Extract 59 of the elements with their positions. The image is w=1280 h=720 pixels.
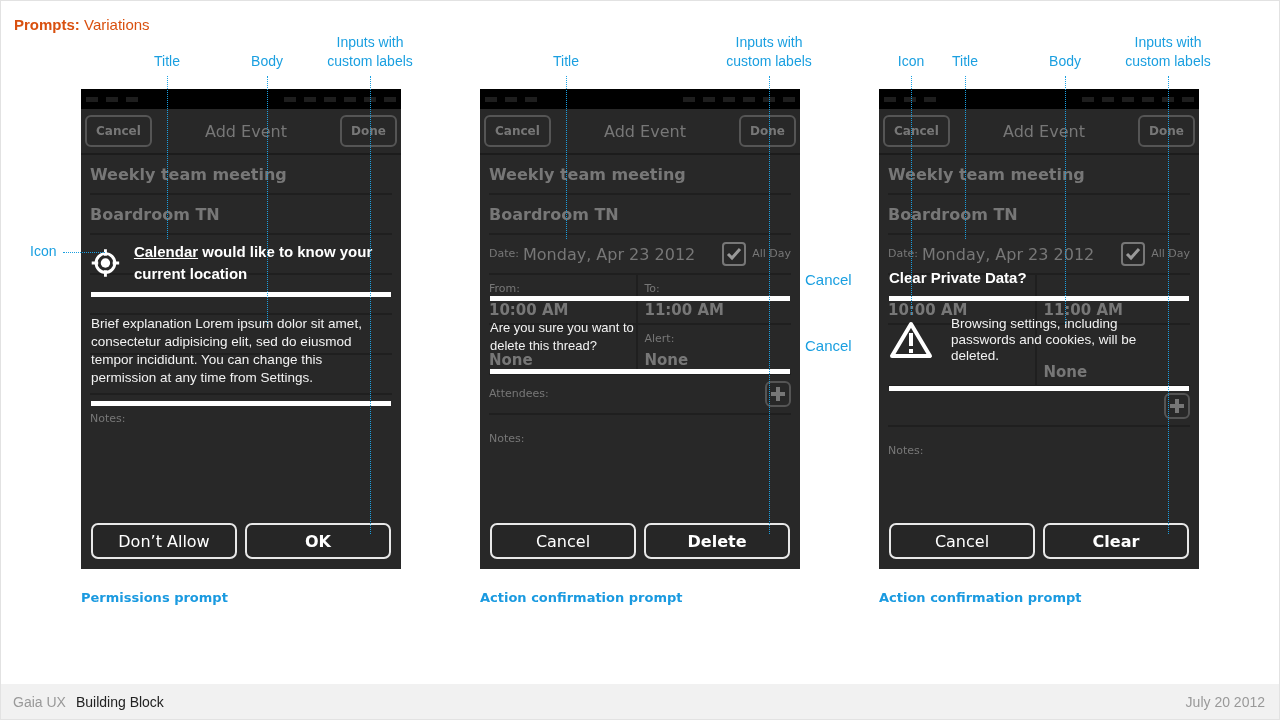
field-label: Date: [489, 248, 519, 260]
field-value: Boardroom TN [90, 204, 220, 224]
field-label: Attendees: [489, 388, 549, 400]
field-label: Alert: [644, 333, 676, 345]
panel-caption: Action confirmation prompt [480, 590, 684, 605]
field-value: Weekly team meeting [90, 164, 287, 184]
field-value: None [644, 351, 690, 370]
field-value: None [1043, 363, 1089, 382]
prompt-button[interactable]: Clear [1043, 523, 1189, 559]
date-value: Monday, Apr 23 2012 [523, 244, 697, 264]
app-link[interactable]: Calendar [133, 243, 199, 260]
annotation-label: Body [1049, 52, 1081, 71]
field-label: Date: [888, 248, 918, 260]
panel-caption: Permissions prompt [81, 590, 229, 605]
prompt-message: Browsing settings, including passwords and cookies, will be deleted. [951, 316, 1138, 364]
field-value: Boardroom TN [489, 204, 619, 224]
annotation-label: Body [251, 52, 283, 71]
prompt-title: Calendar would like to know your current location [133, 242, 374, 284]
field-label: To: [644, 283, 661, 295]
field-value: 10:00 AM [888, 301, 969, 319]
screen-title: Add Event [604, 121, 686, 141]
prompt-title: Clear Private Data? [889, 268, 1027, 288]
page-title: Prompts: Variations [14, 16, 150, 33]
checkbox-label: All Day [752, 248, 791, 260]
annotation-label: Inputs with custom labels [725, 33, 813, 71]
field-value: 11:00 AM [1043, 301, 1124, 319]
checkbox-label: All Day [1151, 248, 1190, 260]
screen-title: Add Event [205, 121, 287, 141]
annotation-label: Title [952, 52, 978, 71]
annotation-label: Title [553, 52, 579, 71]
annotation-label: Icon [897, 52, 925, 71]
date-label: July 20 2012 [1185, 693, 1265, 710]
prompt-button[interactable]: OK [245, 523, 391, 559]
field-value: Weekly team meeting [489, 164, 686, 184]
field-label: From: [489, 283, 521, 295]
annotation-label: Icon [30, 243, 57, 259]
annotation-label: Cancel [805, 337, 852, 354]
prompt-button[interactable]: Cancel [490, 523, 636, 559]
field-label: Notes: [489, 432, 525, 445]
field-value: 11:00 AM [644, 301, 725, 320]
field-value: None [489, 351, 534, 370]
field-value: 10:00 AM [489, 301, 570, 320]
field-label: Notes: [90, 412, 126, 425]
prompt-button[interactable]: Delete [644, 523, 790, 559]
panel-caption: Action confirmation prompt [879, 590, 1083, 605]
section-name: Building Block [75, 693, 164, 710]
prompt-message: Brief explanation Lorem ipsum dolor sit amet, consectetur adipisicing elit, sed do eiusmod tempor incididunt. You can change this permission at any time from Settings. [91, 315, 363, 387]
prompt-button[interactable]: Don’t Allow [91, 523, 237, 559]
screen-title: Add Event [1003, 121, 1085, 141]
prompt-button[interactable]: Cancel [889, 523, 1035, 559]
annotation-label: Title [154, 52, 180, 71]
annotation-label: Inputs with custom labels [1124, 33, 1212, 71]
field-label: Notes: [888, 444, 924, 457]
field-value: Boardroom TN [888, 204, 1018, 224]
annotation-label: Cancel [805, 271, 852, 288]
product-name: Gaia UX [13, 693, 66, 710]
annotation-label: Inputs with custom labels [326, 33, 414, 71]
field-value: Weekly team meeting [888, 164, 1085, 184]
date-value: Monday, Apr 23 2012 [922, 244, 1096, 264]
